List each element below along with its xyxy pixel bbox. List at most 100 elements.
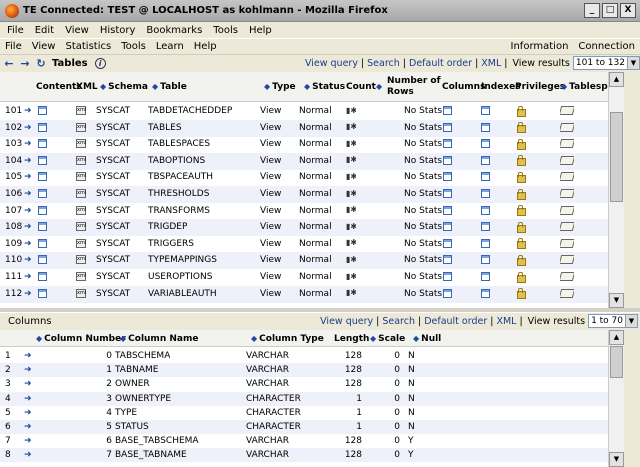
privileges-lock-icon[interactable]	[516, 120, 526, 137]
row-arrow-icon[interactable]: ➜	[24, 363, 32, 377]
count-icon[interactable]: ▮✱	[346, 236, 356, 253]
table-row[interactable]: 106 ➜ xml SYSCAT THRESHOLDS View Normal ▮✱ No St…	[0, 186, 624, 203]
header-type[interactable]: ◆ Type	[264, 82, 296, 92]
xml-icon[interactable]: xml	[76, 236, 86, 253]
row-arrow-icon[interactable]: ➜	[24, 219, 32, 236]
columns-icon[interactable]	[443, 219, 452, 236]
menu-help[interactable]: Help	[242, 25, 276, 36]
table-row[interactable]: 107 ➜ xml SYSCAT TRANSFORMS View Normal ▮✱ No St…	[0, 203, 624, 220]
xml-icon[interactable]: xml	[76, 103, 86, 120]
menu-tools[interactable]: Tools	[206, 25, 242, 36]
row-arrow-icon[interactable]: ➜	[24, 377, 32, 391]
columns-icon[interactable]	[443, 252, 452, 269]
columns-icon[interactable]	[443, 120, 452, 137]
indexes-icon[interactable]	[481, 203, 490, 220]
scroll-up-icon[interactable]: ▲	[609, 330, 624, 345]
table-name-link[interactable]: TABLESPACES	[148, 136, 210, 153]
indexes-icon[interactable]	[481, 103, 490, 120]
header-column-number[interactable]: ◆ Column Number	[36, 334, 126, 344]
column-row[interactable]: 8 ➜ 7 BASE_TABNAME VARCHAR 128 0 Y	[0, 448, 624, 463]
contents-icon[interactable]	[38, 120, 47, 137]
info-icon[interactable]: i	[94, 57, 106, 69]
app-menu-learn[interactable]: Learn	[151, 41, 189, 52]
contents-icon[interactable]	[38, 252, 47, 269]
row-arrow-icon[interactable]: ➜	[24, 392, 32, 406]
count-icon[interactable]: ▮✱	[346, 169, 356, 186]
row-arrow-icon[interactable]: ➜	[24, 236, 32, 253]
row-arrow-icon[interactable]: ➜	[24, 252, 32, 269]
tablespace-icon[interactable]	[560, 252, 574, 269]
count-icon[interactable]: ▮✱	[346, 103, 356, 120]
table-name-link[interactable]: TYPEMAPPINGS	[148, 252, 217, 269]
row-arrow-icon[interactable]: ➜	[24, 169, 32, 186]
column-row[interactable]: 1 ➜ 0 TABSCHEMA VARCHAR 128 0 N	[0, 349, 624, 363]
row-arrow-icon[interactable]: ➜	[24, 186, 32, 203]
header-column-type[interactable]: ◆ Column Type	[251, 334, 324, 344]
table-name-link[interactable]: TABOPTIONS	[148, 153, 205, 170]
table-row[interactable]: 103 ➜ xml SYSCAT TABLESPACES View Normal ▮✱ No S…	[0, 136, 624, 153]
count-icon[interactable]: ▮✱	[346, 286, 356, 303]
search-link[interactable]: Search	[367, 58, 400, 69]
view-query-link[interactable]: View query	[305, 58, 358, 69]
xml-icon[interactable]: xml	[76, 203, 86, 220]
menu-edit[interactable]: Edit	[28, 25, 58, 36]
forward-arrow-icon[interactable]: →	[18, 57, 32, 70]
privileges-lock-icon[interactable]	[516, 219, 526, 236]
indexes-icon[interactable]	[481, 252, 490, 269]
table-name-link[interactable]: TRIGDEP	[148, 219, 187, 236]
header-length[interactable]: Length	[334, 334, 369, 344]
table-row[interactable]: 101 ➜ xml SYSCAT TABDETACHEDDEP View Normal ▮✱ N…	[0, 103, 624, 120]
contents-icon[interactable]	[38, 269, 47, 286]
header-rows-line2[interactable]: Rows	[387, 87, 414, 97]
table-row[interactable]: 102 ➜ xml SYSCAT TABLES View Normal ▮✱ No Stats	[0, 119, 624, 137]
row-arrow-icon[interactable]: ➜	[24, 153, 32, 170]
row-arrow-icon[interactable]: ➜	[24, 420, 32, 434]
privileges-lock-icon[interactable]	[516, 269, 526, 286]
row-arrow-icon[interactable]: ➜	[24, 136, 32, 153]
default-order-link[interactable]: Default order	[424, 316, 487, 327]
table-row[interactable]: 112 ➜ xml SYSCAT VARIABLEAUTH View Normal ▮✱ No …	[0, 285, 624, 303]
row-arrow-icon[interactable]: ➜	[24, 269, 32, 286]
results-range-select[interactable]: 1 to 70 ▼	[588, 314, 638, 328]
columns-scrollbar[interactable]: ▲ ▼	[608, 330, 624, 467]
table-name-link[interactable]: TABDETACHEDDEP	[148, 103, 232, 120]
count-icon[interactable]: ▮✱	[346, 252, 356, 269]
scroll-up-icon[interactable]: ▲	[609, 72, 624, 87]
scroll-down-icon[interactable]: ▼	[609, 452, 624, 467]
indexes-icon[interactable]	[481, 153, 490, 170]
count-icon[interactable]: ▮✱	[346, 219, 356, 236]
xml-icon[interactable]: xml	[76, 153, 86, 170]
minimize-button[interactable]: _	[584, 3, 600, 18]
count-icon[interactable]: ▮✱	[346, 203, 356, 220]
header-columns[interactable]: Columns	[442, 82, 485, 92]
indexes-icon[interactable]	[481, 269, 490, 286]
count-icon[interactable]: ▮✱	[346, 269, 356, 286]
header-null[interactable]: ◆ Null	[413, 334, 441, 344]
header-schema[interactable]: ◆ Schema	[100, 82, 148, 92]
table-name-link[interactable]: USEROPTIONS	[148, 269, 212, 286]
column-row[interactable]: 3 ➜ 2 OWNER VARCHAR 128 0 N	[0, 377, 624, 391]
column-row[interactable]: 6 ➜ 5 STATUS CHARACTER 1 0 N	[0, 420, 624, 434]
scroll-thumb[interactable]	[610, 346, 623, 378]
row-arrow-icon[interactable]: ➜	[24, 349, 32, 363]
privileges-lock-icon[interactable]	[516, 169, 526, 186]
contents-icon[interactable]	[38, 169, 47, 186]
contents-icon[interactable]	[38, 219, 47, 236]
columns-icon[interactable]	[443, 136, 452, 153]
columns-icon[interactable]	[443, 103, 452, 120]
table-row[interactable]: 110 ➜ xml SYSCAT TYPEMAPPINGS View Normal ▮✱ No …	[0, 252, 624, 270]
contents-icon[interactable]	[38, 286, 47, 303]
column-row[interactable]: 7 ➜ 6 BASE_TABSCHEMA VARCHAR 128 0 Y	[0, 434, 624, 448]
columns-icon[interactable]	[443, 286, 452, 303]
privileges-lock-icon[interactable]	[516, 252, 526, 269]
privileges-lock-icon[interactable]	[516, 286, 526, 303]
header-scale[interactable]: ◆ Scale	[370, 334, 405, 344]
row-arrow-icon[interactable]: ➜	[24, 406, 32, 420]
header-count[interactable]: Count	[346, 82, 376, 92]
columns-icon[interactable]	[443, 269, 452, 286]
back-arrow-icon[interactable]: ←	[2, 57, 16, 70]
indexes-icon[interactable]	[481, 120, 490, 137]
app-menu-connection[interactable]: Connection	[573, 41, 640, 52]
app-menu-file[interactable]: File	[0, 41, 27, 52]
table-name-link[interactable]: THRESHOLDS	[148, 186, 209, 203]
